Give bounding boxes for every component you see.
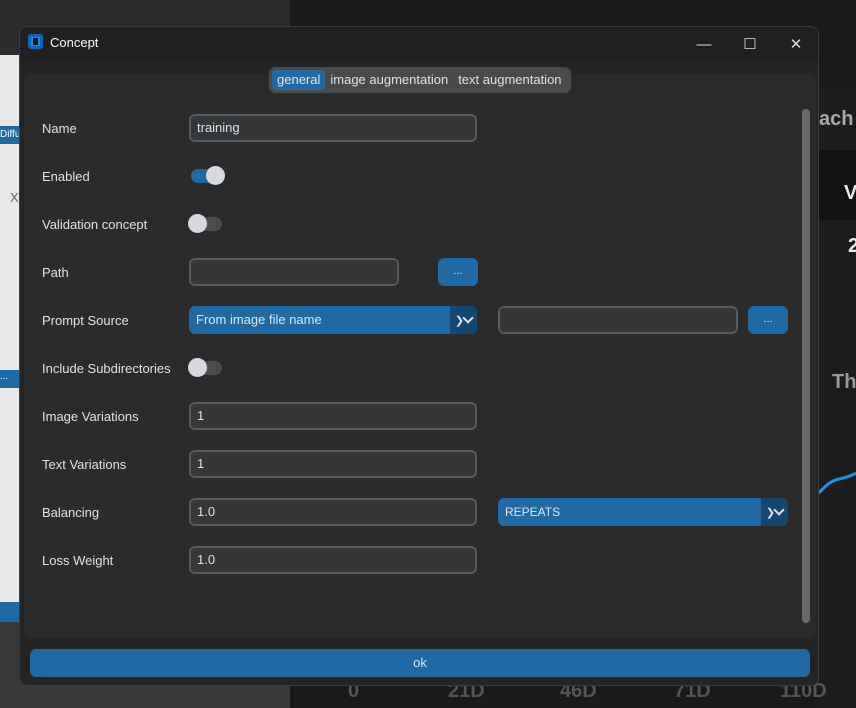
- background-close: X: [10, 190, 19, 205]
- balancing-input[interactable]: 1.0: [189, 498, 477, 526]
- prompt-source-label: Prompt Source: [42, 313, 129, 328]
- chevron-down-icon[interactable]: ❯: [450, 306, 477, 334]
- enabled-label: Enabled: [42, 169, 90, 184]
- loss-weight-label: Loss Weight: [42, 553, 114, 568]
- prompt-source-dropdown[interactable]: From image file name ❯: [189, 306, 477, 334]
- prompt-source-browse-button[interactable]: ...: [748, 306, 788, 334]
- title-bar[interactable]: Concept — ☐ ✕: [20, 27, 818, 61]
- include-subdirectories-label: Include Subdirectories: [42, 361, 171, 376]
- tab-general[interactable]: general: [272, 70, 326, 90]
- balancing-strategy-value: REPEATS: [505, 505, 561, 519]
- name-label: Name: [42, 121, 77, 136]
- minimize-button[interactable]: —: [681, 27, 727, 61]
- tab-text-augmentation[interactable]: text augmentation: [453, 70, 566, 90]
- tab-image-augmentation[interactable]: image augmentation: [325, 70, 453, 90]
- chevron-down-icon[interactable]: ❯: [761, 498, 788, 526]
- background-chart-line: [819, 471, 856, 494]
- maximize-button[interactable]: ☐: [727, 27, 773, 61]
- background-text: 2: [848, 235, 856, 257]
- name-input[interactable]: training: [189, 114, 477, 142]
- include-subdirectories-toggle[interactable]: [188, 358, 222, 377]
- image-variations-label: Image Variations: [42, 409, 139, 424]
- balancing-label: Balancing: [42, 505, 100, 520]
- validation-concept-toggle[interactable]: [188, 214, 222, 233]
- background-text: ach: [819, 108, 854, 130]
- validation-concept-label: Validation concept: [42, 217, 148, 232]
- concept-dialog: Concept — ☐ ✕ general image augmentation…: [19, 26, 819, 686]
- path-label: Path: [42, 265, 69, 280]
- background-text: V: [844, 182, 856, 204]
- app-icon: [28, 34, 43, 49]
- tab-bar: general image augmentation text augmenta…: [269, 67, 571, 93]
- background-text: Th: [832, 371, 856, 393]
- image-variations-input[interactable]: 1: [189, 402, 477, 430]
- scrollbar[interactable]: [802, 109, 810, 623]
- loss-weight-input[interactable]: 1.0: [189, 546, 477, 574]
- window-title: Concept: [50, 35, 99, 50]
- text-variations-input[interactable]: 1: [189, 450, 477, 478]
- prompt-source-value: From image file name: [196, 312, 322, 327]
- enabled-toggle[interactable]: [191, 166, 225, 185]
- balancing-strategy-dropdown[interactable]: REPEATS ❯: [498, 498, 788, 526]
- text-variations-label: Text Variations: [42, 457, 127, 472]
- close-button[interactable]: ✕: [773, 27, 818, 61]
- path-input[interactable]: [189, 258, 399, 286]
- ok-button[interactable]: ok: [30, 649, 810, 677]
- prompt-source-path-input[interactable]: [498, 306, 738, 334]
- path-browse-button[interactable]: ...: [438, 258, 478, 286]
